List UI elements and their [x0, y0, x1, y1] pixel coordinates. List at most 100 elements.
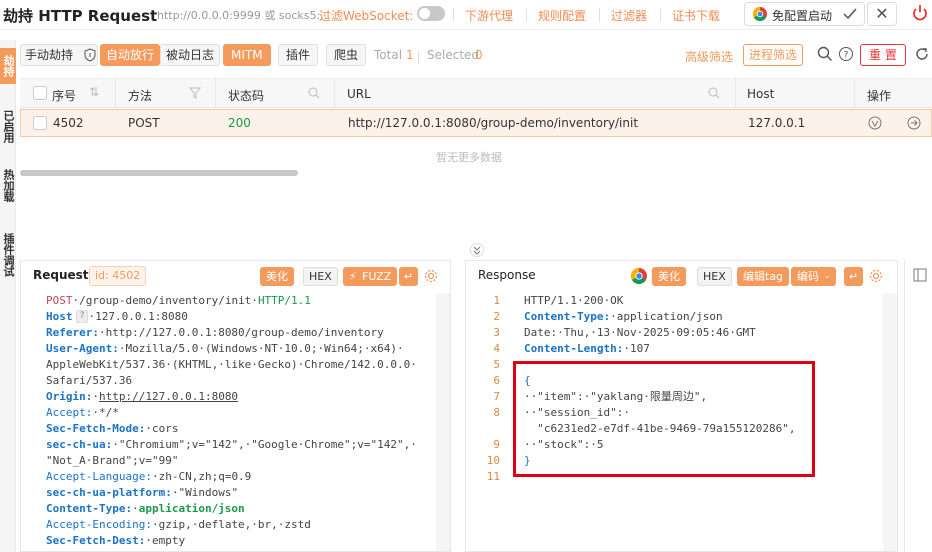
select-all-checkbox[interactable] — [33, 86, 47, 100]
response-hex-button[interactable]: HEX — [697, 267, 732, 286]
tab-hot-reload[interactable]: 热加载 — [0, 160, 16, 210]
host-info-icon[interactable]: ? — [76, 310, 88, 323]
divider — [854, 79, 855, 108]
go-arrow-icon[interactable] — [907, 116, 921, 130]
header-line: sec-ch-ua-platform:·"Windows" — [46, 486, 239, 499]
fuzz-button[interactable]: ⚡ FUZZ — [343, 267, 398, 286]
plugin-tab[interactable]: 插件 — [278, 44, 319, 66]
sort-icon[interactable]: ⇅ — [89, 85, 99, 99]
column-host[interactable]: Host — [747, 87, 774, 101]
process-filter-button[interactable]: 进程筛选 — [743, 44, 804, 66]
selected-label: Selected — [427, 48, 480, 62]
request-scrollbar[interactable] — [436, 293, 450, 551]
chrome-icon[interactable] — [631, 268, 647, 284]
divider — [115, 79, 116, 108]
cell-url: http://127.0.0.1:8080/group-demo/invento… — [348, 116, 639, 130]
header-line: Content-Length:·107 — [524, 342, 650, 355]
request-editor[interactable]: POST·/group-demo/inventory/init·HTTP/1.1… — [21, 293, 441, 551]
chrome-launch-button[interactable]: 免配置启动 — [744, 2, 865, 26]
help-icon[interactable]: ? — [838, 46, 854, 62]
status-line: HTTP/1.1·200·OK — [524, 294, 624, 307]
total-count: 1 — [406, 48, 414, 62]
header-line: Date:·Thu,·13·Nov·2025·09:05:46·GMT — [524, 326, 756, 339]
gear-icon[interactable] — [424, 269, 438, 283]
filter-link[interactable]: 过滤器 — [611, 7, 647, 24]
request-method: POST — [46, 294, 73, 307]
column-method[interactable]: 方法 — [128, 87, 152, 104]
auto-release-button[interactable]: 自动放行 — [100, 44, 161, 66]
panel-toggle-icon[interactable] — [913, 268, 927, 282]
chrome-icon — [753, 7, 767, 21]
header-line: Sec-Fetch-Mode:·cors — [46, 422, 179, 435]
request-proto: HTTP/1.1 — [257, 294, 311, 307]
request-hex-button[interactable]: HEX — [303, 267, 338, 286]
tab-plugin-debug[interactable]: 插件调试 — [0, 222, 16, 288]
divider — [418, 50, 419, 64]
encode-dropdown[interactable]: 编码 ⌄ — [791, 267, 836, 286]
check-icon — [843, 8, 857, 20]
toolbar: 手动劫持 自动放行 被动日志 MITM 插件 爬虫 Total 1 Select… — [16, 40, 932, 70]
response-scrollbar[interactable] — [883, 293, 897, 551]
websocket-filter-toggle[interactable] — [417, 6, 445, 21]
close-button[interactable]: ✕ — [867, 2, 897, 26]
column-seq[interactable]: 序号 — [52, 87, 76, 104]
passive-log-button[interactable]: 被动日志 — [160, 44, 221, 66]
downstream-proxy-link[interactable]: 下游代理 — [465, 7, 513, 24]
filter-icon[interactable] — [189, 87, 201, 99]
advanced-filter-link[interactable]: 高级筛选 — [685, 48, 733, 65]
request-line: POST·/group-demo/inventory/init·HTTP/1.1 — [46, 293, 311, 309]
cert-download-link[interactable]: 证书下载 — [672, 7, 720, 24]
row-checkbox[interactable] — [33, 116, 47, 130]
tab-hijack[interactable]: 劫持 — [0, 48, 16, 84]
top-bar: 劫持 HTTP Request http://0.0.0.0:9999 或 so… — [0, 0, 932, 30]
header-line: Accept-Language:·zh-CN,zh;q=0.9 — [46, 470, 252, 483]
search-icon[interactable] — [817, 46, 833, 62]
line-number: 10 — [486, 454, 500, 467]
request-beautify-button[interactable]: 美化 — [260, 267, 294, 286]
response-beautify-button[interactable]: 美化 — [652, 267, 686, 286]
table-row[interactable]: 4502 POST 200 http://127.0.0.1:8080/grou… — [20, 109, 932, 137]
crawler-tab[interactable]: 爬虫 — [326, 44, 367, 66]
rule-config-link[interactable]: 规则配置 — [538, 7, 586, 24]
manual-hijack-button[interactable]: 手动劫持 — [20, 44, 98, 66]
send-button[interactable]: ↵ — [399, 267, 418, 286]
websocket-filter-label: 过滤WebSocket: — [319, 9, 414, 23]
edit-tag-button[interactable]: 编辑tag — [737, 267, 790, 286]
header-line: sec-ch-ua:·"Chromium";v="142",·"Google·C… — [46, 438, 417, 451]
line-number: 2 — [493, 310, 500, 323]
cell-host: 127.0.0.1 — [748, 116, 806, 130]
block-icon[interactable] — [868, 116, 882, 130]
column-url[interactable]: URL — [347, 87, 371, 101]
column-status[interactable]: 状态码 — [228, 87, 264, 104]
content-type-value: application/json — [138, 502, 245, 515]
line-number: 5 — [493, 358, 500, 371]
fuzz-label: FUZZ — [362, 270, 392, 283]
empty-more-text: 暂无更多数据 — [436, 151, 502, 164]
request-id-badge: id: 4502 — [89, 266, 147, 286]
gear-icon[interactable] — [869, 269, 883, 283]
power-icon[interactable] — [912, 4, 928, 22]
cell-status: 200 — [228, 116, 251, 130]
cell-method: POST — [128, 116, 160, 130]
chrome-launch-label: 免配置启动 — [772, 9, 833, 23]
search-icon[interactable] — [308, 87, 320, 99]
mitm-tab[interactable]: MITM — [223, 44, 271, 66]
header-line: Content-Type:·application/json — [524, 310, 723, 323]
search-icon[interactable] — [708, 87, 720, 99]
reset-button[interactable]: 重 置 — [860, 44, 906, 66]
collapse-chevron-icon[interactable] — [470, 243, 484, 257]
line-number: 3 — [493, 326, 500, 339]
divider — [660, 8, 661, 22]
encode-label: 编码 — [797, 270, 819, 283]
refresh-icon[interactable] — [914, 46, 930, 62]
header-line: Referer:·http://127.0.0.1:8080/group-dem… — [46, 326, 384, 339]
line-number: 11 — [486, 470, 500, 483]
proxy-address[interactable]: http://0.0.0.0:9999 或 socks5:... — [157, 7, 331, 23]
horizontal-scrollbar[interactable] — [20, 170, 298, 176]
request-table: 序号 ⇅ 方法 状态码 URL Host 操作 4502 POST 200 ht… — [20, 78, 932, 137]
tab-enabled[interactable]: 已启用 — [0, 98, 16, 154]
header-line: Accept-Encoding:·gzip,·deflate,·br,·zstd — [46, 518, 311, 531]
response-send-button[interactable]: ↵ — [844, 267, 863, 286]
response-title: Response — [478, 268, 536, 282]
header-line: Host? ·127.0.0.1:8080 — [46, 310, 188, 323]
